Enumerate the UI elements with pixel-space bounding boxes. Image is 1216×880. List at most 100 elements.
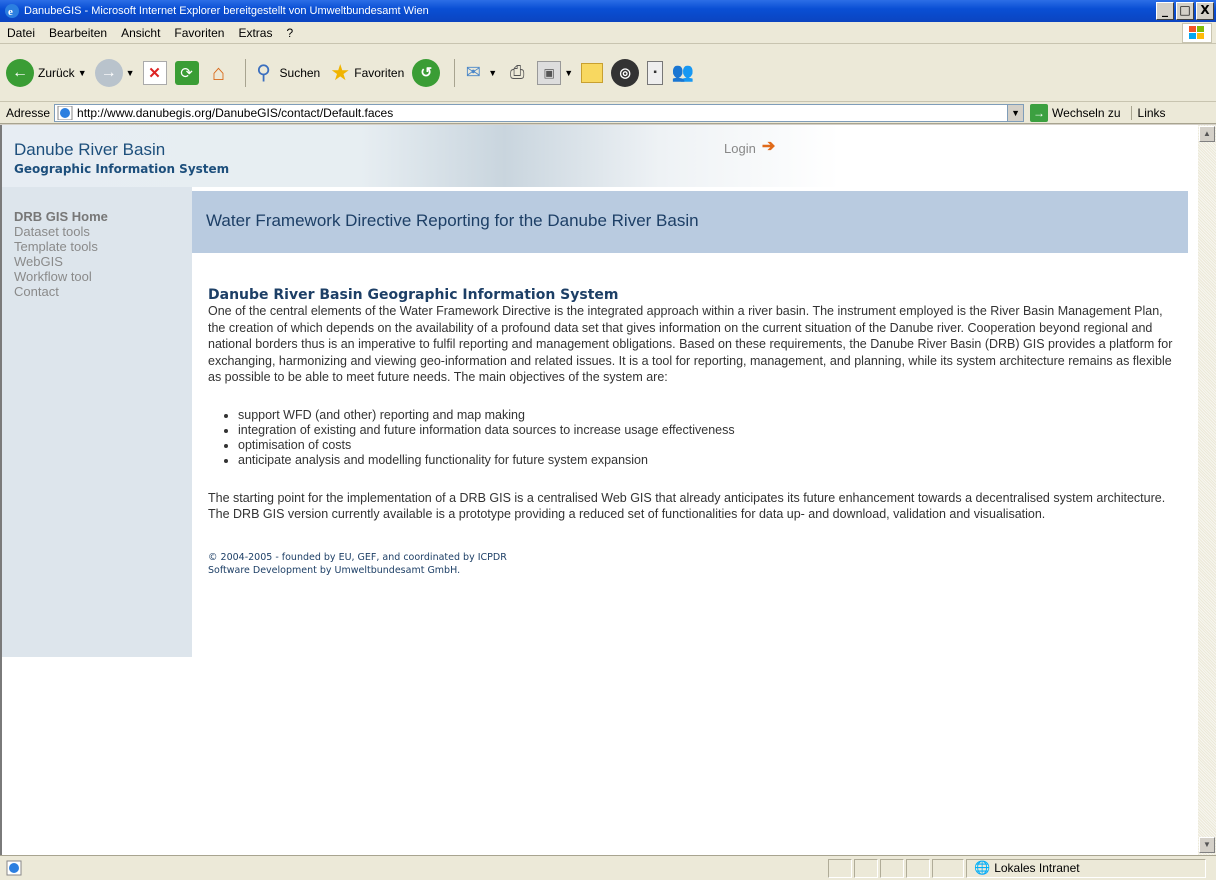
login-arrow-icon: ➔ xyxy=(761,138,776,155)
go-button[interactable]: → Wechseln zu xyxy=(1030,103,1121,122)
address-label: Adresse xyxy=(6,105,51,120)
list-item: integration of existing and future infor… xyxy=(238,423,1178,438)
contacts-button[interactable]: 👥 xyxy=(671,61,695,85)
favorites-label: Favoriten xyxy=(354,65,405,80)
refresh-button[interactable]: ⟳ xyxy=(174,60,199,85)
site-subtitle: Geographic Information System xyxy=(14,162,230,176)
footer-credits: Software Development by Umweltbundesamt … xyxy=(208,564,461,576)
refresh-icon: ⟳ xyxy=(174,60,199,85)
messenger-button[interactable]: ▪ xyxy=(647,60,664,85)
nav-item-workflow-tool[interactable]: Workflow tool xyxy=(14,269,192,284)
nav-item-dataset-tools[interactable]: Dataset tools xyxy=(14,224,192,239)
menu-edit[interactable]: Bearbeiten xyxy=(42,26,114,40)
mail-button[interactable]: ✉ ▼ xyxy=(461,61,497,85)
page-footer: © 2004-2005 - founded by EU, GEF, and co… xyxy=(208,551,1178,577)
stop-icon: ✕ xyxy=(142,60,167,85)
status-bar: 🌐 Lokales Intranet xyxy=(0,855,1216,880)
site-header: Danube River Basin Geographic Informatio… xyxy=(2,125,1198,187)
edit-icon: ▣ xyxy=(537,60,562,85)
go-arrow-icon: → xyxy=(1030,103,1049,122)
back-button[interactable]: ← Zurück ▼ xyxy=(6,58,87,87)
nav-item-contact[interactable]: Contact xyxy=(14,284,192,299)
back-dropdown-icon[interactable]: ▼ xyxy=(78,68,87,78)
toolbar-separator xyxy=(244,58,246,87)
people-icon: 👥 xyxy=(671,62,695,82)
minimize-button[interactable]: _ xyxy=(1156,2,1174,20)
back-label: Zurück xyxy=(38,65,75,80)
print-button[interactable]: ⎙ xyxy=(505,61,529,85)
windows-flag-icon xyxy=(1182,23,1212,43)
mail-icon: ✉ xyxy=(465,62,481,82)
menu-view[interactable]: Ansicht xyxy=(114,26,167,40)
stop-button[interactable]: ✕ xyxy=(142,60,167,85)
site-title: Danube River Basin xyxy=(14,140,166,159)
left-navigation: DRB GIS Home Dataset tools Template tool… xyxy=(2,187,192,657)
menu-file[interactable]: Datei xyxy=(0,26,42,40)
footer-copyright: © 2004-2005 - founded by EU, GEF, and co… xyxy=(208,551,507,563)
forward-arrow-icon: → xyxy=(94,58,123,87)
edit-dropdown-icon[interactable]: ▼ xyxy=(564,68,573,78)
home-icon: ⌂ xyxy=(211,59,226,85)
forward-button[interactable]: → ▼ xyxy=(94,58,135,87)
scroll-up-icon[interactable]: ▲ xyxy=(1199,126,1215,142)
go-label: Wechseln zu xyxy=(1052,105,1121,120)
vertical-scrollbar[interactable]: ▲ ▼ xyxy=(1198,125,1216,855)
folder-icon xyxy=(581,62,604,83)
discuss-button[interactable] xyxy=(581,62,604,83)
address-bar: Adresse http://www.danubegis.org/DanubeG… xyxy=(0,102,1216,124)
research-button[interactable]: ◎ xyxy=(611,58,640,87)
nav-item-template-tools[interactable]: Template tools xyxy=(14,239,192,254)
maximize-button[interactable]: □ xyxy=(1176,2,1194,20)
status-segment xyxy=(854,859,878,878)
list-item: anticipate analysis and modelling functi… xyxy=(238,453,1178,468)
objectives-list: support WFD (and other) reporting and ma… xyxy=(238,408,1178,468)
menu-tools[interactable]: Extras xyxy=(231,26,279,40)
page-ie-icon xyxy=(57,105,73,120)
status-segment xyxy=(932,859,964,878)
links-toolbar[interactable]: Links xyxy=(1130,105,1166,120)
menu-help[interactable]: ? xyxy=(279,26,300,40)
page-status-icon xyxy=(6,860,22,876)
search-label: Suchen xyxy=(279,65,321,80)
window-titlebar: e DanubeGIS - Microsoft Internet Explore… xyxy=(0,0,1216,22)
back-arrow-icon: ← xyxy=(6,58,34,87)
address-input[interactable]: http://www.danubegis.org/DanubeGIS/conta… xyxy=(54,103,1025,122)
ie-logo-icon: e xyxy=(5,4,19,18)
main-content: Danube River Basin Geographic Informatio… xyxy=(208,287,1178,577)
scroll-down-icon[interactable]: ▼ xyxy=(1199,837,1215,853)
nav-item-home[interactable]: DRB GIS Home xyxy=(14,209,192,224)
menu-favorites[interactable]: Favoriten xyxy=(167,26,231,40)
status-segment xyxy=(880,859,904,878)
window-title: DanubeGIS - Microsoft Internet Explorer … xyxy=(24,5,429,17)
device-icon: ▪ xyxy=(647,60,664,85)
intro-paragraph: One of the central elements of the Water… xyxy=(208,304,1173,384)
login-link[interactable]: Login ➔ xyxy=(724,138,775,156)
main-heading: Danube River Basin Geographic Informatio… xyxy=(208,287,619,303)
edit-button[interactable]: ▣ ▼ xyxy=(537,60,573,85)
security-zone: 🌐 Lokales Intranet xyxy=(974,860,1080,876)
list-item: support WFD (and other) reporting and ma… xyxy=(238,408,1178,423)
forward-dropdown-icon[interactable]: ▼ xyxy=(126,68,135,78)
search-icon: ⚲ xyxy=(256,62,271,84)
close-button[interactable]: X xyxy=(1196,2,1214,20)
nav-item-webgis[interactable]: WebGIS xyxy=(14,254,192,269)
history-icon: ↺ xyxy=(412,58,441,87)
list-item: optimisation of costs xyxy=(238,438,1178,453)
search-button[interactable]: ⚲ Suchen xyxy=(252,61,321,85)
menu-bar: Datei Bearbeiten Ansicht Favoriten Extra… xyxy=(0,22,1216,44)
second-paragraph: The starting point for the implementatio… xyxy=(208,490,1166,522)
intranet-globe-icon: 🌐 xyxy=(974,860,991,875)
address-url: http://www.danubegis.org/DanubeGIS/conta… xyxy=(77,105,394,120)
favorites-button[interactable]: ★ Favoriten xyxy=(328,59,405,85)
history-button[interactable]: ↺ xyxy=(412,58,441,87)
home-button[interactable]: ⌂ xyxy=(207,59,231,85)
page-title: Water Framework Directive Reporting for … xyxy=(206,211,699,230)
status-segment xyxy=(906,859,930,878)
page-banner: Water Framework Directive Reporting for … xyxy=(192,191,1188,253)
print-icon: ⎙ xyxy=(509,62,525,82)
address-dropdown-icon[interactable]: ▼ xyxy=(1007,104,1024,121)
research-icon: ◎ xyxy=(611,58,640,87)
toolbar-separator xyxy=(454,58,456,87)
mail-dropdown-icon[interactable]: ▼ xyxy=(488,68,497,78)
favorites-star-icon: ★ xyxy=(330,59,351,85)
